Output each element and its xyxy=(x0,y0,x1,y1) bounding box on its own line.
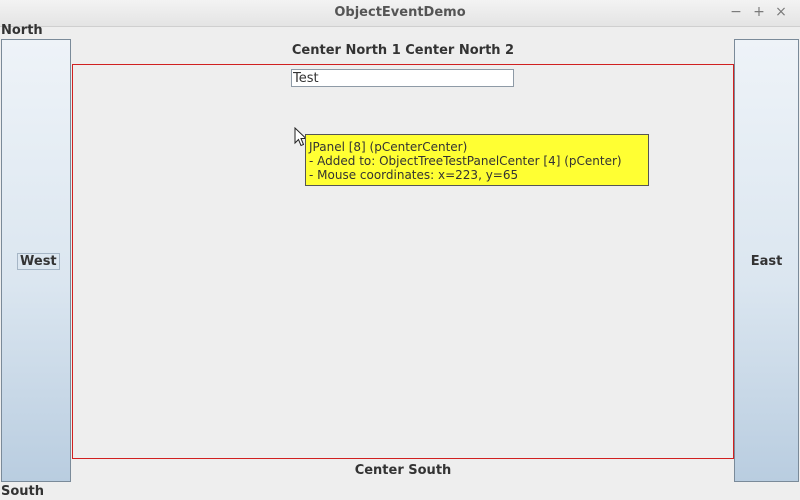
east-button-label: East xyxy=(750,254,783,269)
south-label: South xyxy=(1,484,45,499)
center-center-panel[interactable] xyxy=(72,64,734,459)
test-text-field[interactable] xyxy=(291,69,514,87)
center-south-label: Center South xyxy=(354,463,452,478)
maximize-button[interactable]: + xyxy=(750,3,768,21)
north-label: North xyxy=(1,23,43,38)
west-button-label: West xyxy=(17,253,60,270)
minimize-button[interactable]: − xyxy=(727,3,745,21)
center-north-label: Center North 1 Center North 2 xyxy=(291,43,515,58)
title-bar: ObjectEventDemo − + × xyxy=(0,0,800,27)
close-button[interactable]: × xyxy=(772,3,790,21)
west-button[interactable]: West xyxy=(1,39,71,482)
tooltip-line: - Mouse coordinates: x=223, y=65 xyxy=(309,168,519,182)
object-info-tooltip: JPanel [8] (pCenterCenter) - Added to: O… xyxy=(305,134,649,186)
tooltip-line: JPanel [8] (pCenterCenter) xyxy=(309,140,468,154)
window-title: ObjectEventDemo xyxy=(334,5,466,20)
tooltip-line: - Added to: ObjectTreeTestPanelCenter [4… xyxy=(309,154,622,168)
east-button[interactable]: East xyxy=(734,39,799,482)
